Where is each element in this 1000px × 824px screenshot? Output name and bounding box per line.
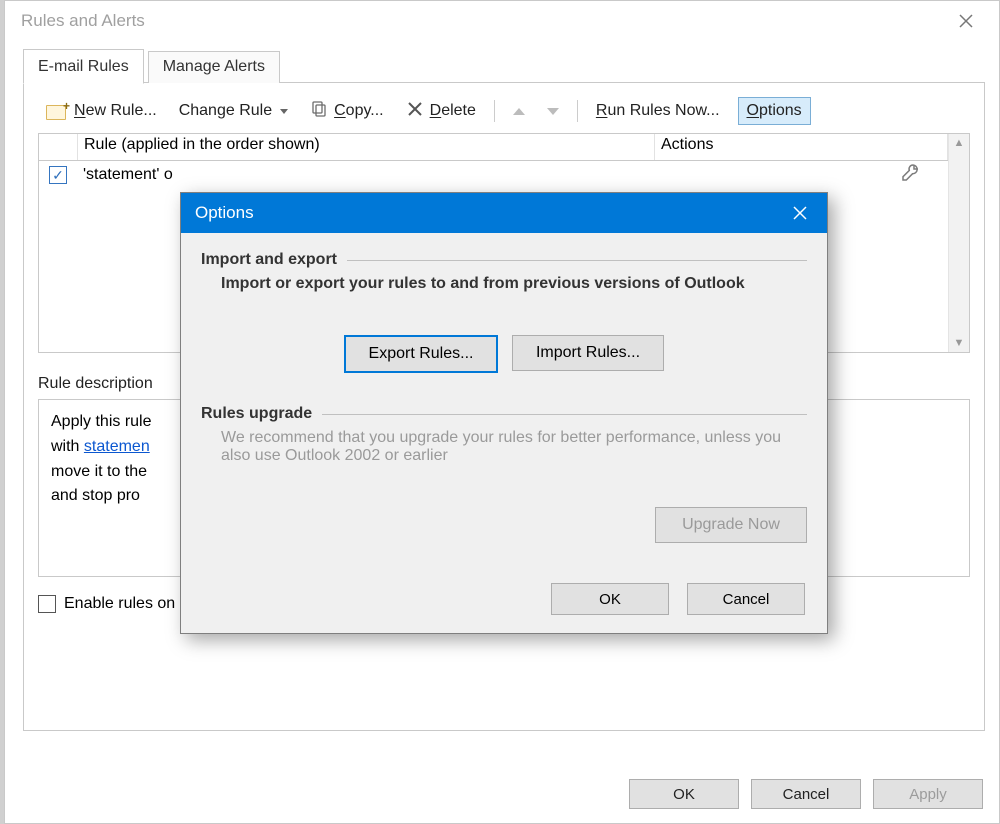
options-button[interactable]: Options <box>738 97 811 125</box>
options-body: Import and export Import or export your … <box>181 233 827 543</box>
wrench-icon <box>900 163 920 188</box>
section-import-export: Import and export <box>201 251 807 269</box>
close-icon[interactable] <box>943 6 989 36</box>
move-down-button[interactable] <box>543 106 563 117</box>
change-rule-button[interactable]: Change Rule <box>175 100 292 122</box>
main-footer: OK Cancel Apply <box>629 779 983 809</box>
copy-rule-button[interactable]: Copy... <box>306 98 388 125</box>
triangle-up-icon <box>513 108 525 115</box>
rules-upgrade-desc: We recommend that you upgrade your rules… <box>221 429 807 465</box>
rule-enabled-checkbox[interactable]: ✓ <box>49 166 67 184</box>
import-export-buttons: Export Rules... Import Rules... <box>201 335 807 373</box>
options-footer: OK Cancel <box>551 583 805 615</box>
copy-icon <box>310 100 328 123</box>
chevron-down-icon <box>280 109 288 114</box>
scroll-down-icon: ▼ <box>954 334 965 352</box>
apply-button: Apply <box>873 779 983 809</box>
cancel-button[interactable]: Cancel <box>751 779 861 809</box>
move-up-button[interactable] <box>509 106 529 117</box>
folder-add-icon <box>46 102 68 120</box>
delete-rule-button[interactable]: Delete <box>402 98 480 125</box>
export-rules-button[interactable]: Export Rules... <box>344 335 498 373</box>
rule-row[interactable]: ✓ 'statement' o <box>39 161 948 189</box>
options-titlebar[interactable]: Options <box>181 193 827 233</box>
section-rules-upgrade: Rules upgrade <box>201 405 807 423</box>
toolbar-separator <box>494 100 495 122</box>
tab-email-rules[interactable]: E-mail Rules <box>23 49 144 84</box>
triangle-down-icon <box>547 108 559 115</box>
upgrade-now-button: Upgrade Now <box>655 507 807 543</box>
rules-scrollbar[interactable]: ▲ ▼ <box>948 134 969 352</box>
tab-manage-alerts[interactable]: Manage Alerts <box>148 51 280 83</box>
tab-strip: E-mail Rules Manage Alerts <box>5 41 999 83</box>
toolbar-separator <box>577 100 578 122</box>
options-cancel-button[interactable]: Cancel <box>687 583 805 615</box>
column-rule[interactable]: Rule (applied in the order shown) <box>78 134 655 160</box>
main-title: Rules and Alerts <box>21 11 943 31</box>
column-checkbox[interactable] <box>39 134 78 160</box>
options-ok-button[interactable]: OK <box>551 583 669 615</box>
new-rule-button[interactable]: New Rule... <box>42 100 161 122</box>
ok-button[interactable]: OK <box>629 779 739 809</box>
delete-icon <box>406 100 424 123</box>
options-dialog: Options Import and export Import or expo… <box>180 192 828 634</box>
main-titlebar[interactable]: Rules and Alerts <box>5 1 999 41</box>
column-actions[interactable]: Actions <box>655 134 948 160</box>
rss-checkbox[interactable] <box>38 595 56 613</box>
desc-link[interactable]: statemen <box>84 438 150 455</box>
scroll-up-icon: ▲ <box>954 134 965 152</box>
rules-toolbar: New Rule... Change Rule Copy... Delete <box>38 95 970 133</box>
rules-header: Rule (applied in the order shown) Action… <box>39 134 948 161</box>
close-icon[interactable] <box>773 193 827 233</box>
rule-name: 'statement' o <box>77 164 634 186</box>
import-rules-button[interactable]: Import Rules... <box>512 335 664 371</box>
import-export-desc: Import or export your rules to and from … <box>221 275 807 293</box>
options-title: Options <box>195 203 773 223</box>
run-rules-now-button[interactable]: Run Rules Now... <box>592 100 724 122</box>
